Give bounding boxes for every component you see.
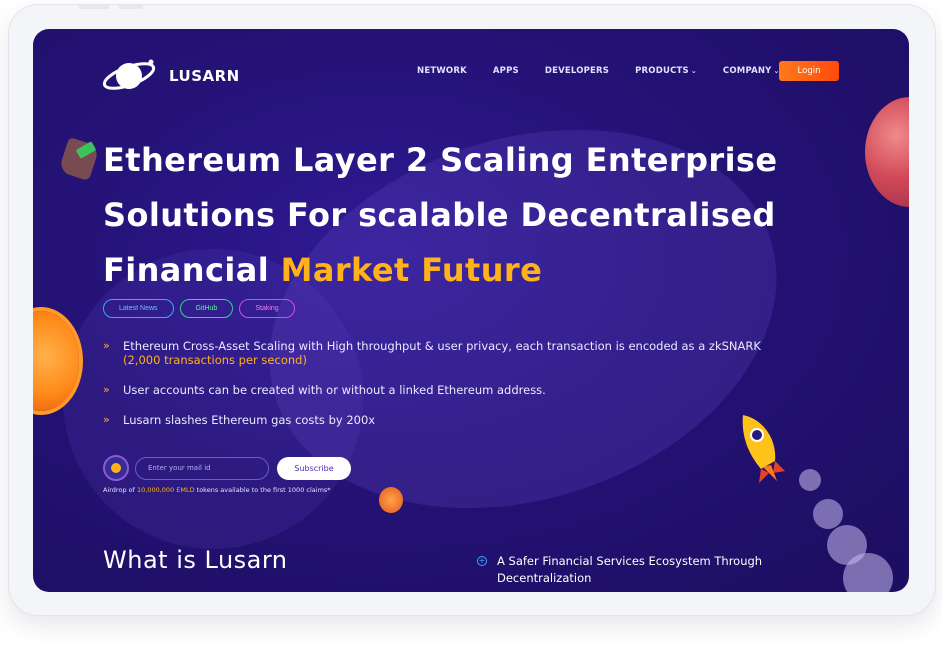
double-chevron-icon: » — [103, 339, 110, 352]
nav-label: PRODUCTS — [635, 66, 689, 76]
hero-title-line: Financial Market Future — [103, 243, 863, 298]
tag-links: Latest News GitHub Staking — [103, 299, 295, 318]
airdrop-text: tokens available to the first 1000 claim… — [194, 486, 331, 494]
nav-item-company[interactable]: COMPANY ⌄ — [723, 66, 780, 76]
chevron-down-icon: ⌄ — [690, 67, 697, 75]
feature-text: Ethereum Cross-Asset Scaling with High t… — [123, 339, 783, 367]
latest-news-tag[interactable]: Latest News — [103, 299, 174, 318]
airdrop-amount: 10,000,000 EMLD — [136, 486, 195, 494]
hero-title-text: Financial — [103, 251, 281, 289]
subscribe-form: Subscribe — [103, 455, 351, 481]
feature-text-highlight: (2,000 transactions per second) — [123, 353, 307, 367]
nav-label: COMPANY — [722, 66, 772, 76]
brand-name: LUSARN — [169, 67, 240, 85]
planet-logo-icon — [102, 59, 156, 90]
website-screen: LUSARN NETWORK APPS DEVELOPERS PRODUCTS ⌄… — [33, 29, 909, 592]
nav-item-apps[interactable]: APPS — [493, 66, 519, 76]
subscribe-button[interactable]: Subscribe — [277, 456, 351, 480]
airdrop-icon — [103, 455, 129, 481]
ecosystem-text: A Safer Financial Services Ecosystem Thr… — [497, 554, 763, 585]
double-chevron-icon: » — [103, 413, 110, 426]
double-chevron-icon: » — [103, 383, 110, 396]
red-planet-decoration — [865, 97, 909, 207]
nav-item-network[interactable]: NETWORK — [417, 66, 467, 76]
hero-title-highlight: Market Future — [280, 251, 543, 289]
email-input[interactable] — [135, 456, 269, 480]
asteroid-decoration — [58, 136, 100, 182]
hero-title-line: Ethereum Layer 2 Scaling Enterprise — [103, 141, 778, 179]
device-button — [119, 5, 143, 9]
smoke-decoration — [813, 499, 843, 529]
feature-text: User accounts can be created with or wit… — [123, 383, 546, 397]
smoke-decoration — [843, 553, 893, 592]
nav-item-developers[interactable]: DEVELOPERS — [545, 66, 609, 76]
main-nav: NETWORK APPS DEVELOPERS PRODUCTS ⌄ COMPAN… — [417, 66, 806, 76]
feature-text: Lusarn slashes Ethereum gas costs by 200… — [123, 413, 376, 427]
hero-title: Ethereum Layer 2 Scaling Enterprise Solu… — [103, 133, 863, 298]
feature-text-main: Ethereum Cross-Asset Scaling with High t… — [123, 339, 761, 353]
staking-tag[interactable]: Staking — [239, 299, 295, 318]
section-title: What is Lusarn — [103, 546, 288, 574]
brand-logo[interactable]: LUSARN — [101, 51, 241, 97]
feature-item: » Ethereum Cross-Asset Scaling with High… — [103, 339, 783, 367]
hero-title-line: Solutions For scalable Decentralised — [103, 196, 776, 234]
github-tag[interactable]: GitHub — [179, 299, 234, 318]
nav-item-products[interactable]: PRODUCTS ⌄ — [635, 66, 697, 76]
smoke-decoration — [799, 469, 821, 491]
airdrop-text: Airdrop of — [103, 486, 137, 494]
feature-item: » User accounts can be created with or w… — [103, 383, 783, 397]
nav-label: NETWORK — [417, 66, 467, 76]
meteor-decoration — [379, 487, 403, 513]
nav-label: APPS — [492, 66, 519, 76]
feature-item: » Lusarn slashes Ethereum gas costs by 2… — [103, 413, 783, 427]
feature-list: » Ethereum Cross-Asset Scaling with High… — [103, 339, 783, 443]
ecosystem-item: + A Safer Financial Services Ecosystem T… — [477, 553, 817, 587]
plus-circle-icon: + — [477, 556, 487, 566]
nav-label: DEVELOPERS — [544, 66, 610, 76]
device-button — [79, 5, 109, 9]
airdrop-note: Airdrop of 10,000,000 EMLD tokens availa… — [103, 486, 331, 494]
login-button[interactable]: Login — [779, 61, 839, 81]
